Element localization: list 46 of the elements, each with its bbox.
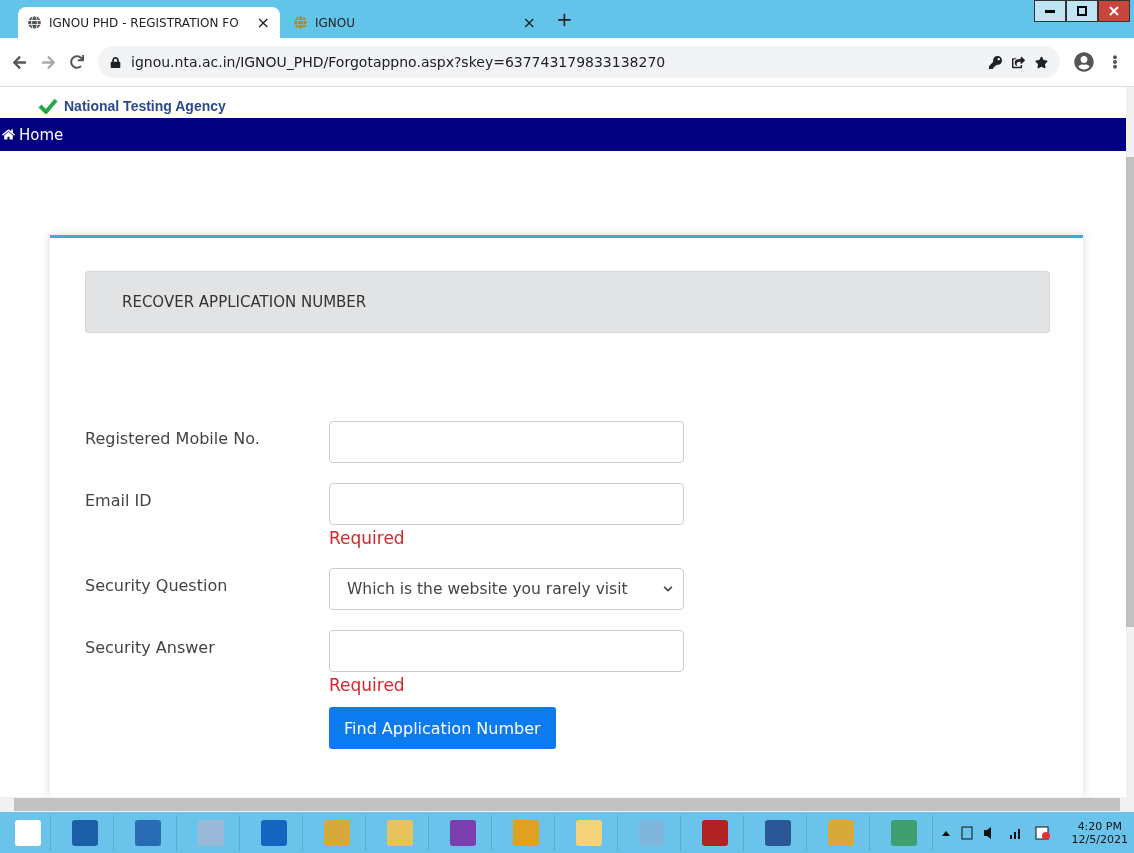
restore-button[interactable]: [1066, 0, 1098, 22]
restore-icon: [1077, 6, 1087, 16]
lock-icon: [110, 56, 121, 68]
close-tab-button[interactable]: ×: [256, 13, 270, 32]
close-tab-button[interactable]: ×: [522, 13, 536, 32]
close-button[interactable]: [1098, 0, 1130, 22]
brand-name: National Testing Agency: [64, 98, 226, 114]
horizontal-scrollbar[interactable]: [0, 797, 1134, 812]
browser-tab[interactable]: IGNOU ×: [284, 7, 546, 38]
address-bar[interactable]: ignou.nta.ac.in/IGNOU_PHD/Forgotappno.aspx?skey=637743179833138270: [98, 46, 1060, 78]
home-link[interactable]: Home: [0, 125, 64, 144]
profile-icon[interactable]: [1074, 52, 1094, 72]
forward-icon[interactable]: [41, 54, 56, 70]
input-field[interactable]: [329, 630, 684, 672]
share-icon[interactable]: [1012, 55, 1025, 69]
input-field[interactable]: [329, 421, 684, 463]
browser-tab[interactable]: IGNOU PHD - REGISTRATION FO ×: [18, 7, 280, 38]
vertical-scrollbar[interactable]: [1126, 87, 1134, 797]
reload-icon[interactable]: [70, 55, 84, 69]
new-tab-button[interactable]: +: [556, 7, 573, 31]
panel-heading: RECOVER APPLICATION NUMBER: [85, 271, 1050, 333]
select-field[interactable]: Which is the website you rarely visit: [329, 568, 684, 610]
checkmark-logo-icon: [38, 98, 58, 114]
error-text: Required: [329, 528, 406, 548]
field-label: Security Question: [85, 575, 229, 597]
url-text: ignou.nta.ac.in/IGNOU_PHD/Forgotappno.aspx?skey=637743179833138270: [131, 54, 666, 70]
minimize-icon: [1045, 9, 1055, 13]
close-icon: [1109, 6, 1119, 16]
minimize-button[interactable]: [1034, 0, 1066, 22]
globe-icon: [28, 16, 41, 29]
globe-icon: [294, 16, 307, 29]
field-label: Email ID: [85, 490, 153, 512]
find-button[interactable]: Find Application Number: [329, 707, 556, 749]
back-icon[interactable]: [12, 54, 27, 70]
field-label: Registered Mobile No.: [85, 428, 261, 450]
tab-title: IGNOU PHD - REGISTRATION FO: [49, 15, 240, 30]
error-text: Required: [329, 675, 406, 695]
home-icon: [2, 128, 15, 141]
clock-time: 4:20 PM: [1077, 819, 1122, 833]
star-icon[interactable]: [1035, 55, 1048, 69]
chevron-icon: [663, 584, 673, 594]
field-label: Security Answer: [85, 637, 216, 659]
key-icon[interactable]: [989, 55, 1002, 69]
input-field[interactable]: [329, 483, 684, 525]
tab-title: IGNOU: [315, 15, 357, 30]
clock-date: 12/5/2021: [1071, 832, 1128, 846]
